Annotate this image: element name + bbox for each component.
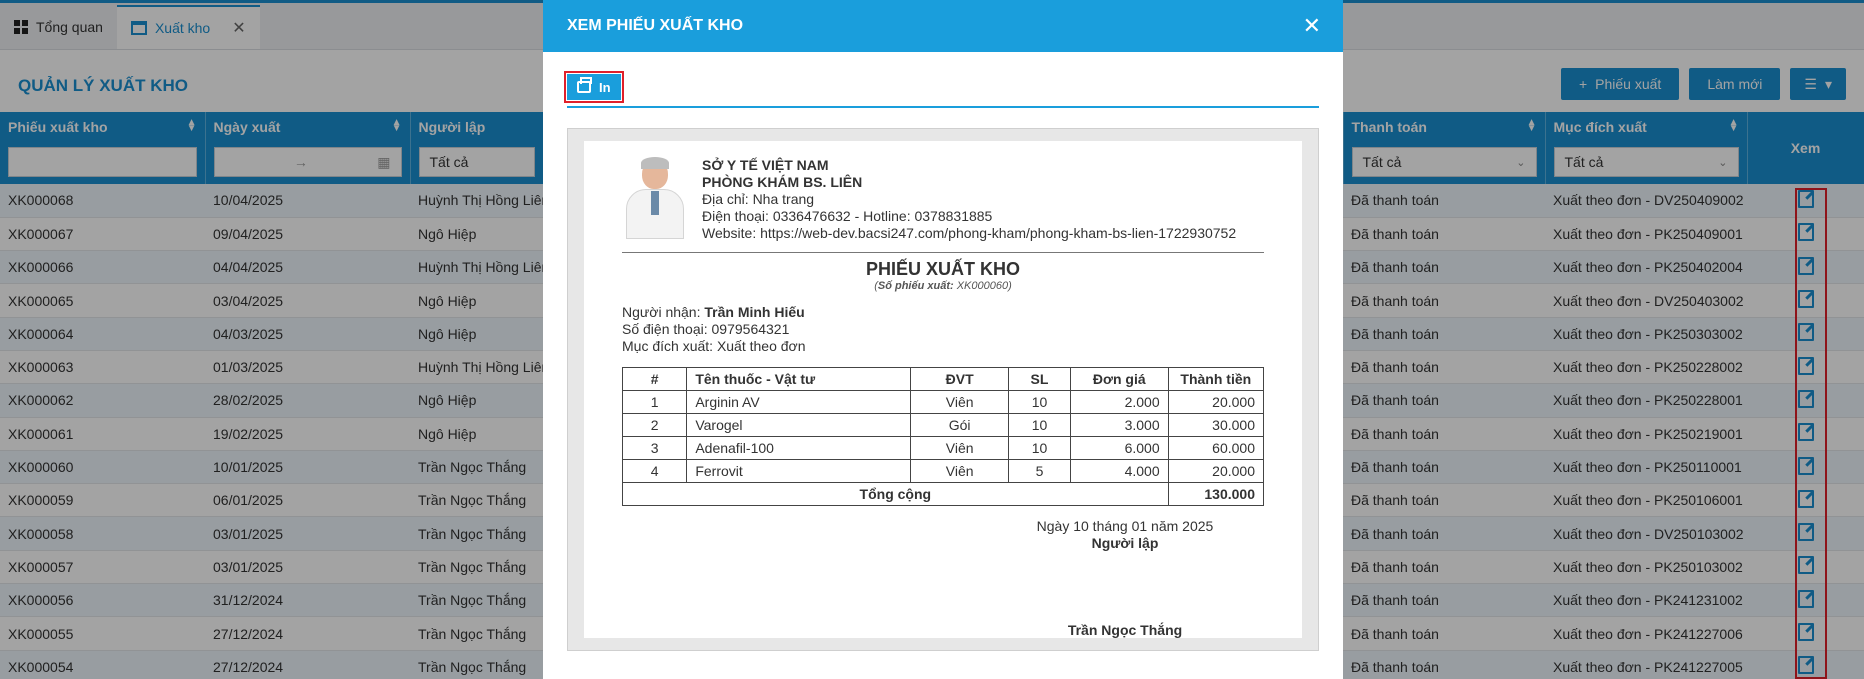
- item-unit: Viên: [910, 459, 1009, 483]
- item-name: Arginin AV: [686, 390, 912, 414]
- receipt-paper: SỞ Y TẾ VIỆT NAM PHÒNG KHÁM BS. LIÊN Địa…: [584, 141, 1302, 638]
- items-table: # Tên thuốc - Vật tư ĐVT SL Đơn giá Thàn…: [621, 367, 1265, 506]
- item-price: 2.000: [1069, 390, 1169, 414]
- export-purpose: Xuất theo đơn: [716, 338, 806, 354]
- item-unit: Viên: [910, 390, 1009, 414]
- item-row: 1 Arginin AV Viên 10 2.000 20.000: [621, 390, 1265, 414]
- clinic-phone: Điện thoại: 0336476632 - Hotline: 037883…: [702, 208, 993, 224]
- document-number: (Số phiếu xuất: XK000060): [874, 280, 1012, 292]
- items-header-price: Đơn giá: [1069, 367, 1169, 391]
- document-title: PHIẾU XUẤT KHO: [865, 259, 1020, 279]
- item-unit: Gói: [910, 413, 1009, 437]
- item-qty: 5: [1008, 459, 1071, 483]
- item-row: 2 Varogel Gói 10 3.000 30.000: [621, 413, 1265, 437]
- receipt-info: Người nhận: Trần Minh Hiếu Số điện thoại…: [622, 304, 806, 354]
- item-name: Ferrovit: [686, 459, 912, 483]
- item-amount: 20.000: [1167, 459, 1265, 483]
- item-no: 1: [621, 390, 688, 414]
- clinic-line1: SỞ Y TẾ VIỆT NAM: [702, 157, 829, 173]
- items-header-amount: Thành tiền: [1167, 367, 1265, 391]
- item-row: 4 Ferrovit Viên 5 4.000 20.000: [621, 459, 1265, 483]
- total-label: Tổng cộng: [622, 482, 1169, 506]
- item-price: 4.000: [1069, 459, 1169, 483]
- item-price: 6.000: [1069, 436, 1169, 460]
- clinic-address: Địa chỉ: Nha trang: [702, 191, 815, 207]
- receiver-phone: 0979564321: [711, 321, 790, 337]
- item-qty: 10: [1008, 436, 1071, 460]
- modal-title: XEM PHIẾU XUẤT KHO: [567, 17, 744, 34]
- item-name: Varogel: [686, 413, 912, 437]
- modal-toolbar: In: [564, 71, 1319, 108]
- item-name: Adenafil-100: [686, 436, 912, 460]
- receiver-name: Trần Minh Hiếu: [704, 304, 805, 320]
- printer-icon: [577, 77, 592, 93]
- item-no: 2: [621, 413, 688, 437]
- item-price: 3.000: [1069, 413, 1169, 437]
- items-header-qty: SL: [1008, 367, 1071, 391]
- clinic-line2: PHÒNG KHÁM BS. LIÊN: [702, 174, 863, 190]
- doctor-logo: [622, 157, 688, 239]
- close-icon[interactable]: ✕: [1303, 15, 1321, 37]
- item-qty: 10: [1008, 413, 1071, 437]
- items-header-no: #: [621, 367, 688, 391]
- item-amount: 20.000: [1167, 390, 1265, 414]
- print-button[interactable]: In: [564, 71, 624, 103]
- item-amount: 60.000: [1167, 436, 1265, 460]
- clinic-website: Website: https://web-dev.bacsi247.com/ph…: [702, 225, 1237, 241]
- items-header-unit: ĐVT: [910, 367, 1009, 391]
- print-label: In: [599, 79, 611, 95]
- export-receipt-modal: XEM PHIẾU XUẤT KHO ✕ In SỞ Y TẾ VIỆT NAM…: [543, 0, 1343, 679]
- sign-name: Trần Ngọc Thắng: [1067, 622, 1183, 638]
- item-no: 3: [621, 436, 688, 460]
- item-amount: 30.000: [1167, 413, 1265, 437]
- item-row: 3 Adenafil-100 Viên 10 6.000 60.000: [621, 436, 1265, 460]
- items-header-name: Tên thuốc - Vật tư: [686, 367, 912, 391]
- item-no: 4: [621, 459, 688, 483]
- item-qty: 10: [1008, 390, 1071, 414]
- sign-date: Ngày 10 tháng 01 năm 2025: [1036, 518, 1214, 534]
- document-preview: SỞ Y TẾ VIỆT NAM PHÒNG KHÁM BS. LIÊN Địa…: [567, 128, 1319, 651]
- modal-header: XEM PHIẾU XUẤT KHO ✕: [543, 0, 1343, 52]
- item-unit: Viên: [910, 436, 1009, 460]
- clinic-header: SỞ Y TẾ VIỆT NAM PHÒNG KHÁM BS. LIÊN Địa…: [622, 157, 1264, 253]
- signature-block: Ngày 10 tháng 01 năm 2025 Người lập Trần…: [1010, 518, 1240, 639]
- total-amount: 130.000: [1167, 482, 1265, 506]
- sign-role: Người lập: [1091, 535, 1159, 551]
